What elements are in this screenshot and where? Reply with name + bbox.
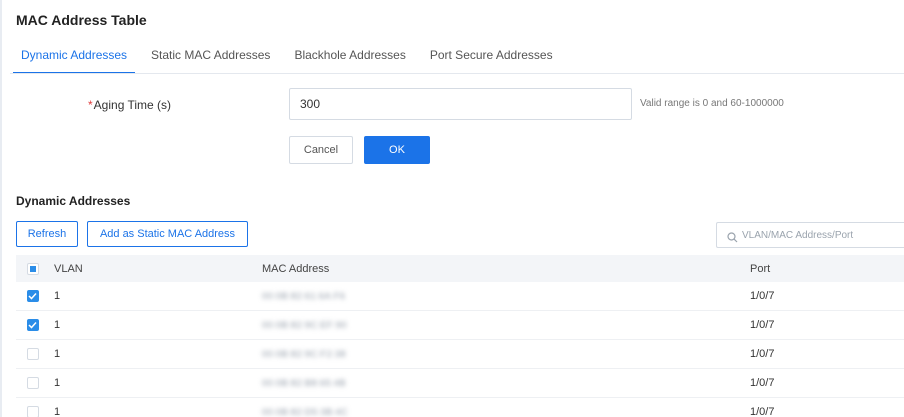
cell-vlan: 1: [54, 406, 61, 417]
table-row[interactable]: 1 00:0B:82:B8:65:4B 1/0/7: [16, 369, 904, 398]
select-all-cell: [24, 262, 41, 275]
row-checkbox[interactable]: [26, 290, 39, 302]
table-row[interactable]: 1 00:0B:82:D5:3B:4C 1/0/7: [16, 398, 904, 417]
indeterminate-mark: [29, 265, 36, 272]
search-input[interactable]: [742, 229, 902, 241]
cell-vlan: 1: [54, 377, 61, 389]
cell-mac-address: 00:0B:82:B8:65:4B: [262, 377, 750, 389]
column-header-port[interactable]: Port: [750, 263, 900, 275]
cell-port: 1/0/7: [750, 406, 775, 417]
tab-blackhole-addresses[interactable]: Blackhole Addresses: [286, 44, 413, 74]
add-as-static-mac-button[interactable]: Add as Static MAC Address: [87, 221, 248, 247]
ok-button[interactable]: OK: [364, 136, 430, 164]
row-checkbox[interactable]: [26, 348, 39, 360]
cell-vlan: 1: [54, 319, 61, 331]
cell-port: 1/0/7: [750, 290, 775, 302]
checkmark-icon: [28, 292, 37, 300]
table-header: VLAN MAC Address Port: [16, 255, 904, 282]
row-check-cell: [24, 319, 41, 331]
search-icon: [727, 230, 738, 242]
table-row[interactable]: 1 00:0B:82:9C:EF:90 1/0/7: [16, 311, 904, 340]
column-header-mac-address[interactable]: MAC Address: [262, 263, 750, 275]
search-box: [716, 222, 904, 248]
select-all-checkbox[interactable]: [26, 262, 39, 275]
row-checkbox[interactable]: [26, 377, 39, 389]
table-row[interactable]: 1 00:0B:82:61:6A:F6 1/0/7: [16, 282, 904, 311]
cell-mac-address: 00:0B:82:61:6A:F6: [262, 290, 750, 302]
row-check-cell: [24, 406, 41, 417]
cell-mac-address: 00:0B:82:9C:F2:38: [262, 348, 750, 360]
checkmark-icon: [28, 321, 37, 329]
left-border: [0, 0, 2, 417]
cancel-button[interactable]: Cancel: [289, 136, 353, 164]
refresh-button[interactable]: Refresh: [16, 221, 78, 247]
row-check-cell: [24, 290, 41, 302]
cell-mac-address: 00:0B:82:9C:EF:90: [262, 319, 750, 331]
cell-port: 1/0/7: [750, 319, 775, 331]
cell-vlan: 1: [54, 348, 61, 360]
tab-dynamic-addresses[interactable]: Dynamic Addresses: [13, 44, 136, 74]
tab-port-secure-addresses[interactable]: Port Secure Addresses: [422, 44, 561, 74]
row-check-cell: [24, 377, 41, 389]
tab-static-mac-addresses[interactable]: Static MAC Addresses: [143, 44, 278, 74]
column-header-vlan[interactable]: VLAN: [41, 263, 262, 275]
aging-time-input[interactable]: [289, 88, 632, 120]
cell-mac-address: 00:0B:82:D5:3B:4C: [262, 406, 750, 417]
mac-address-value: 00:0B:82:9C:EF:90: [262, 320, 348, 330]
aging-time-label: *Aging Time (s): [88, 98, 171, 112]
dynamic-addresses-heading: Dynamic Addresses: [16, 194, 131, 208]
mac-address-value: 00:0B:82:B8:65:4B: [262, 378, 347, 388]
mac-address-value: 00:0B:82:61:6A:F6: [262, 291, 346, 301]
aging-range-hint: Valid range is 0 and 60-1000000: [640, 98, 784, 109]
aging-time-label-text: Aging Time (s): [93, 98, 172, 112]
mac-address-value: 00:0B:82:D5:3B:4C: [262, 407, 349, 417]
cell-port: 1/0/7: [750, 377, 775, 389]
row-checkbox[interactable]: [26, 406, 39, 417]
mac-address-value: 00:0B:82:9C:F2:38: [262, 349, 347, 359]
tab-divider: [10, 73, 904, 74]
cell-port: 1/0/7: [750, 348, 775, 360]
required-mark: *: [88, 98, 93, 112]
tab-bar: Dynamic Addresses Static MAC Addresses B…: [13, 44, 569, 74]
row-check-cell: [24, 348, 41, 360]
mac-address-table: VLAN MAC Address Port 1 00:0B:82:61:6A:F…: [16, 255, 904, 417]
page-title: MAC Address Table: [16, 12, 147, 28]
table-row[interactable]: 1 00:0B:82:9C:F2:38 1/0/7: [16, 340, 904, 369]
cell-vlan: 1: [54, 290, 61, 302]
row-checkbox[interactable]: [26, 319, 39, 331]
